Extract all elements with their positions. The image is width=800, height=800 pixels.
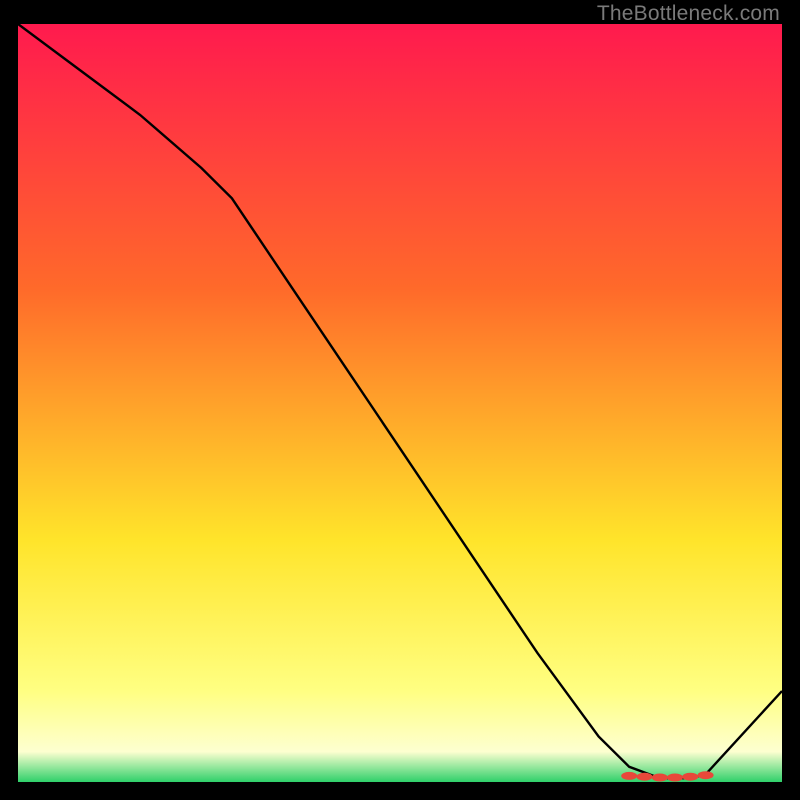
marker-dot [667, 774, 683, 782]
marker-dot [682, 773, 698, 781]
gradient-backdrop [18, 24, 782, 782]
marker-dot [698, 771, 714, 779]
watermark-text: TheBottleneck.com [597, 2, 780, 26]
chart-frame [18, 24, 782, 782]
marker-dot [652, 774, 668, 782]
chart-svg [18, 24, 782, 782]
marker-dot [637, 773, 653, 781]
marker-dot [621, 772, 637, 780]
